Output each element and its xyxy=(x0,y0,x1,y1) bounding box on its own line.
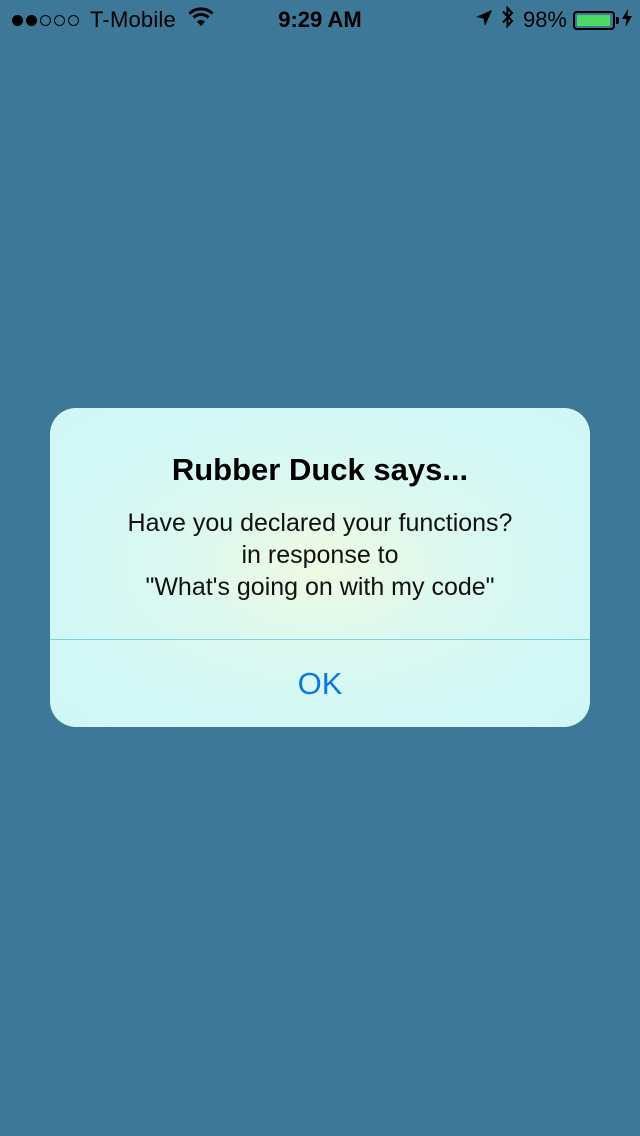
charging-bolt-icon xyxy=(622,7,632,33)
battery-tip xyxy=(616,16,619,24)
battery-percent: 98% xyxy=(522,7,567,32)
alert-message-line: in response to xyxy=(241,541,399,569)
alert-dialog: Rubber Duck says... Have you declared yo… xyxy=(50,408,590,727)
alert-message-line: "What's going on with my code" xyxy=(145,573,495,601)
alert-title: Rubber Duck says... xyxy=(171,452,469,487)
status-bar-right: 98% xyxy=(475,5,632,35)
ok-button[interactable]: OK xyxy=(50,640,590,727)
alert-message: Have you declared your functions? in res… xyxy=(70,507,570,603)
alert-message-line: Have you declared your functions? xyxy=(127,509,513,537)
bluetooth-icon xyxy=(501,5,515,35)
status-bar: T-Mobile 9:29 AM 98% xyxy=(0,0,640,40)
battery-icon xyxy=(573,10,615,30)
battery-fill xyxy=(577,14,611,26)
location-arrow-icon xyxy=(475,7,493,33)
